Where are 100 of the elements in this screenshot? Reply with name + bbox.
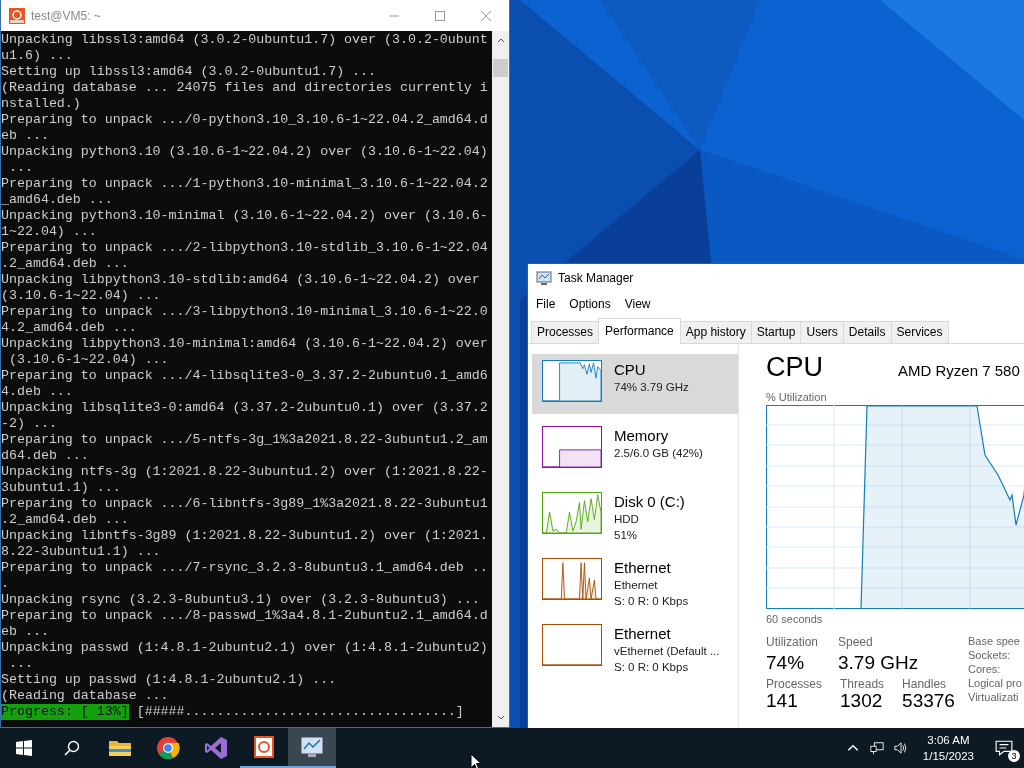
terminal-line: Preparing to unpack .../7-rsync_3.2.3-8ubuntu3.1_amd64.deb .. (1, 560, 489, 576)
terminal-line: (Reading database ... 24075 files and directories currently i (1, 80, 489, 96)
terminal-line: d64.deb ... (1, 448, 90, 464)
notification-badge: 3 (1008, 750, 1020, 762)
terminal-line: (Reading database ... (1, 688, 170, 704)
terminal-line: Preparing to unpack .../4-libsqlite3-0_3.37.2-2ubuntu0.1_amd6 (1, 368, 489, 384)
resource-detail: HDD (614, 512, 640, 527)
resource-item[interactable]: Disk 0 (C:) HDD 51% (532, 486, 738, 546)
stat-value: 3.79 GHz (838, 651, 919, 675)
tab[interactable]: Performance (598, 318, 681, 344)
scrollbar[interactable] (492, 31, 509, 727)
windows-logo-icon (16, 740, 32, 756)
monitor-icon (300, 735, 324, 759)
notifications-icon[interactable] (995, 739, 1013, 757)
terminal-line: Setting up libssl3:amd64 (3.0.2-0ubuntu1.7) ... (1, 64, 378, 80)
window-title: test@VM5: ~ (31, 8, 101, 23)
terminal-line: Unpacking libpython3.10-stdlib:amd64 (3.10.6-1~22.04.2) over (1, 272, 481, 288)
menu-item[interactable]: View (624, 297, 651, 311)
terminal-line: 1~22.04) ... (1, 224, 98, 240)
tab[interactable]: Processes (531, 321, 600, 343)
terminal-line: Unpacking python3.10-minimal (3.10.6-1~22.04.2) over (3.10.6- (1, 208, 489, 224)
resource-detail: S: 0 R: 0 Kbps (614, 594, 689, 609)
resource-item[interactable]: CPU 74% 3.79 GHz (532, 354, 738, 414)
resource-name: Disk 0 (C:) (614, 492, 685, 511)
stat-label: Processes (766, 677, 823, 691)
round-logo-icon (156, 736, 180, 760)
terminal-line: .2_amd64.deb ... (1, 512, 130, 528)
terminal-line: Setting up passwd (1:4.8.1-2ubuntu2.1) ... (1, 672, 338, 688)
terminal-line: eb ... (1, 128, 50, 144)
stat-value: 141 (766, 691, 799, 711)
terminal-line: Unpacking rsync (3.2.3-8ubuntu3.1) over (3.2.3-8ubuntu3) ... (1, 592, 481, 608)
resource-name: Ethernet (614, 624, 672, 643)
resource-item[interactable]: Memory 2.5/6.0 GB (42%) (532, 420, 738, 480)
stat-value: 1302 (840, 691, 884, 711)
search-icon (64, 740, 80, 756)
processor-name: AMD Ryzen 7 580 (898, 362, 1020, 379)
terminal-line: . (1, 576, 10, 592)
resource-item[interactable]: Ethernet vEthernet (Default ... S: 0 R: 0 Kbps (532, 618, 738, 678)
stat-value: 74% (766, 651, 806, 675)
terminal-line: (3.10.6-1~22.04) ... (1, 288, 162, 304)
terminal-line: Preparing to unpack .../2-libpython3.10-stdlib_3.10.6-1~22.04 (1, 240, 489, 256)
tab[interactable]: Users (800, 321, 844, 343)
tab[interactable]: App history (679, 321, 752, 343)
stat-label: Utilization (766, 635, 820, 649)
terminal-line: .2_amd64.deb ... (1, 256, 130, 272)
spec-label: Virtualizati (968, 691, 1020, 703)
resource-name: CPU (614, 360, 647, 379)
spec-label: Cores: (968, 663, 1002, 675)
terminal-line: Preparing to unpack .../3-libpython3.10-minimal_3.10.6-1~22.0 (1, 304, 489, 320)
resource-name: Ethernet (614, 558, 672, 577)
terminal-line: Unpacking passwd (1:4.8.1-2ubuntu2.1) over (1:4.8.1-2ubuntu2) (1, 640, 489, 656)
tab[interactable]: Startup (750, 321, 802, 343)
terminal-line: 4.deb ... (1, 384, 74, 400)
terminal-line: Preparing to unpack .../8-passwd_1%3a4.8.1-2ubuntu2.1_amd64.d (1, 608, 489, 624)
menu-item[interactable]: File (536, 297, 556, 311)
terminal-line: _amd64.deb ... (1, 192, 114, 208)
terminal-line: (3.10.6-1~22.04) ... (7, 352, 170, 368)
stat-label: Threads (840, 677, 885, 691)
terminal-line: Preparing to unpack .../1-python3.10-minimal_3.10.6-1~22.04.2 (1, 176, 489, 192)
monitor-icon (536, 270, 552, 286)
terminal-line: ... (7, 656, 34, 672)
terminal-line: Preparing to unpack .../6-libntfs-3g89_1%3a2021.8.22-3ubuntu1 (1, 496, 489, 512)
terminal-line: Unpacking python3.10 (3.10.6-1~22.04.2) over (3.10.6-1~22.04) (1, 144, 489, 160)
resource-detail: 2.5/6.0 GB (42%) (614, 446, 703, 461)
progress-label: Progress: [ 13%] (1, 704, 129, 720)
resource-detail: S: 0 R: 0 Kbps (614, 660, 690, 675)
resource-heading: CPU (766, 352, 824, 383)
terminal-line: 3ubuntu1.1) ... (1, 480, 122, 496)
resource-detail: vEthernet (Default ... (614, 644, 720, 659)
spec-label: Logical pro (968, 677, 1022, 689)
terminal-line: Preparing to unpack .../5-ntfs-3g_1%3a2021.8.22-3ubuntu1.2_am (1, 432, 489, 448)
terminal-line: u1.6) ... (1, 48, 74, 64)
resource-item[interactable]: Ethernet Ethernet S: 0 R: 0 Kbps (532, 552, 738, 612)
terminal-line: Unpacking libssl3:amd64 (3.0.2-0ubuntu1.7) over (3.0.2-0ubunt (1, 32, 489, 48)
terminal-app-icon (9, 7, 25, 24)
spec-label: Sockets: (968, 649, 1012, 661)
terminal-line: nstalled.) (1, 96, 82, 112)
scroll-thumb[interactable] (493, 59, 508, 77)
terminal-line: Unpacking ntfs-3g (1:2021.8.22-3ubuntu1.2) over (1:2021.8.22- (1, 464, 489, 480)
terminal-line: eb ... (1, 624, 50, 640)
terminal-line: Preparing to unpack .../0-python3.10_3.10.6-1~22.04.2_amd64.d (1, 112, 489, 128)
stat-label: Handles (902, 677, 948, 691)
tab[interactable]: Services (890, 321, 949, 343)
resource-detail: 74% 3.79 GHz (614, 380, 689, 395)
taskmgr-taskbar-button[interactable] (288, 728, 336, 768)
menu-item[interactable]: Options (569, 297, 611, 311)
spec-label: Base spee (968, 635, 1021, 647)
ring-logo-icon (252, 735, 276, 759)
clock[interactable]: 3:06 AM 1/15/2023 (912, 732, 984, 764)
tab[interactable]: Details (842, 321, 892, 343)
terminal-line: ... (7, 160, 34, 176)
stat-value: 53376 (902, 691, 955, 711)
terminal-line: Unpacking libpython3.10-minimal:amd64 (3.10.6-1~22.04.2) over (1, 336, 489, 352)
resource-detail: 51% (614, 528, 639, 543)
window-title: Task Manager (558, 271, 634, 285)
pointer-icon (470, 753, 482, 768)
resource-name: Memory (614, 426, 670, 445)
terminal-line: Unpacking libsqlite3-0:amd64 (3.37.2-2ubuntu0.1) over (3.37.2 (1, 400, 489, 416)
time-label: 60 seconds (766, 613, 824, 625)
graph-label: % Utilization (766, 391, 828, 403)
